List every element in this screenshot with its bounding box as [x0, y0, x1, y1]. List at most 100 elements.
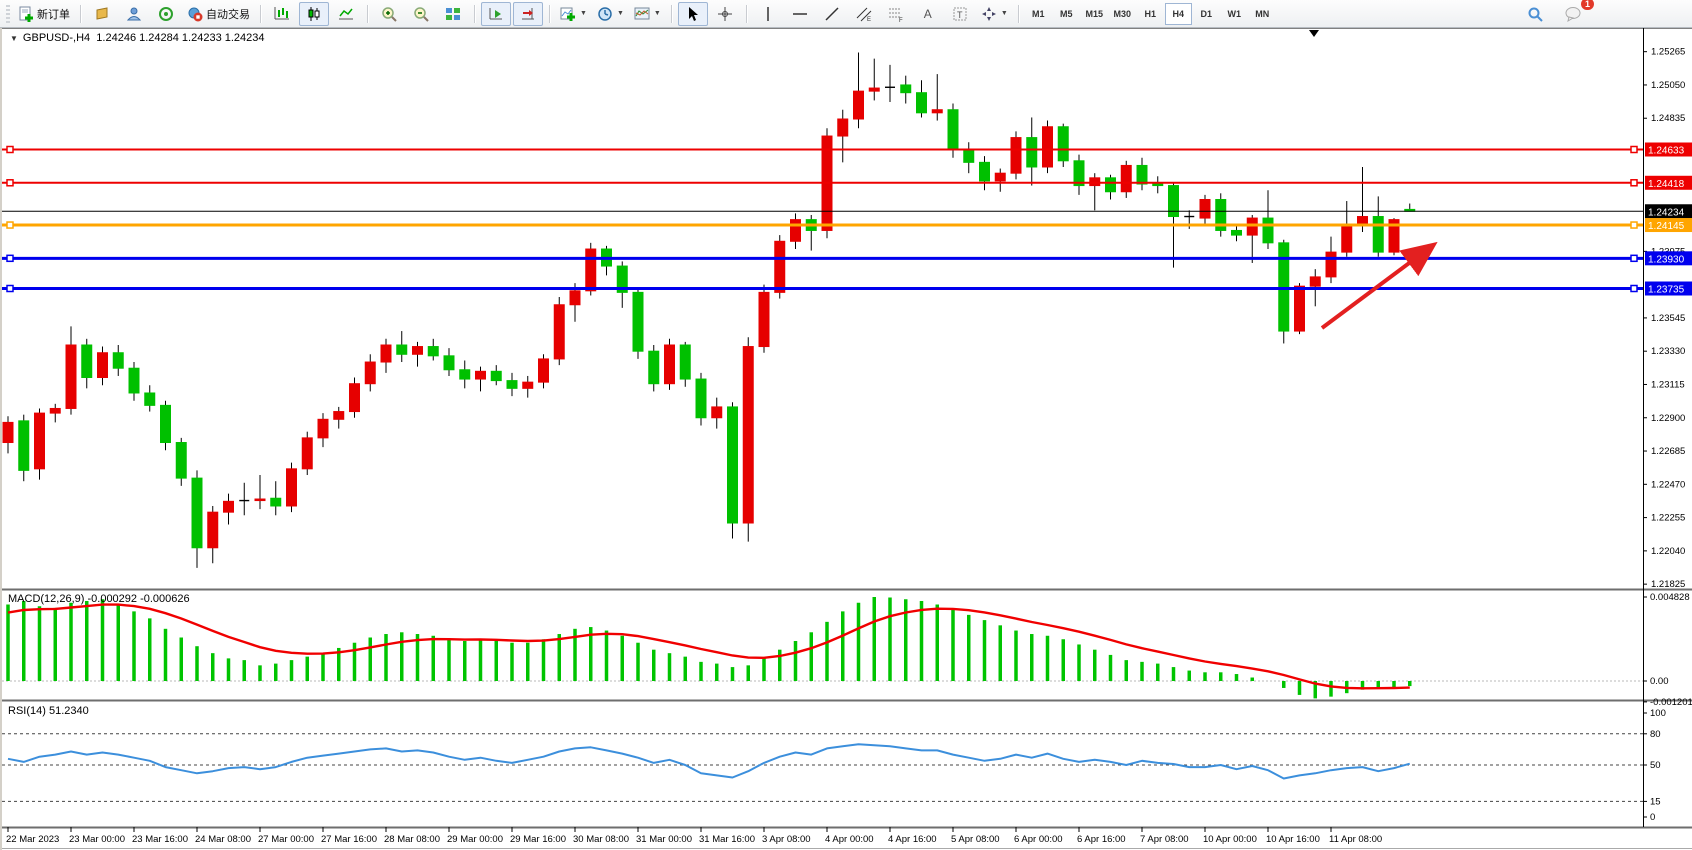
svg-text:E: E: [867, 17, 871, 22]
chevron-down-icon: ▼: [1001, 10, 1008, 17]
profile-button[interactable]: [119, 2, 149, 26]
candle: [1106, 178, 1116, 192]
horizontal-line-tool[interactable]: [785, 2, 815, 26]
rsi-axis-label: 15: [1650, 796, 1661, 807]
candle: [334, 412, 344, 420]
arrows-tool[interactable]: ▼: [977, 2, 1012, 26]
vertical-line-tool[interactable]: [753, 2, 783, 26]
tf-D1[interactable]: D1: [1193, 3, 1220, 25]
zoom-in-button[interactable]: [374, 2, 404, 26]
tile-windows-button[interactable]: [438, 2, 468, 26]
text-label-tool[interactable]: T: [945, 2, 975, 26]
candle: [98, 353, 108, 378]
time-axis-label: 27 Mar 00:00: [258, 834, 314, 845]
price-tick-label: 1.23115: [1651, 379, 1685, 390]
signals-button[interactable]: [151, 2, 181, 26]
tf-W1[interactable]: W1: [1221, 3, 1248, 25]
svg-text:T: T: [957, 10, 963, 20]
new-order-button[interactable]: 新订单: [14, 2, 74, 26]
timeframe-bar: M1M5M15M30H1H4D1W1MN: [1025, 3, 1276, 25]
channel-tool[interactable]: E: [849, 2, 879, 26]
candle: [1011, 138, 1021, 174]
tf-M5[interactable]: M5: [1053, 3, 1080, 25]
candle: [680, 345, 690, 379]
bar-chart-mode-button[interactable]: [267, 2, 297, 26]
toolbar-grip[interactable]: [6, 5, 10, 23]
candle: [3, 422, 13, 442]
autotrade-button[interactable]: 自动交易: [183, 2, 254, 26]
candle: [50, 408, 60, 413]
candle: [554, 305, 564, 359]
candle: [665, 345, 675, 384]
candle: [932, 110, 942, 113]
separator: [671, 5, 672, 23]
hline-handle[interactable]: [7, 147, 13, 153]
candle: [869, 88, 879, 91]
text-icon: A: [924, 7, 932, 21]
candle: [885, 87, 895, 88]
candle: [759, 292, 769, 346]
hline-handle[interactable]: [1631, 286, 1637, 292]
templates-button[interactable]: ▼: [630, 2, 665, 26]
hline-handle[interactable]: [7, 255, 13, 261]
auto-scroll-button[interactable]: [481, 2, 511, 26]
shift-marker-icon[interactable]: [1309, 30, 1319, 37]
hline-handle[interactable]: [1631, 255, 1637, 261]
separator: [1018, 5, 1019, 23]
text-tool[interactable]: A: [913, 2, 943, 26]
rsi-axis-label: 0: [1650, 812, 1655, 823]
trendline-tool[interactable]: [817, 2, 847, 26]
cursor-tool-button[interactable]: [678, 2, 708, 26]
tf-H1[interactable]: H1: [1137, 3, 1164, 25]
autotrade-icon: [187, 6, 203, 22]
indicators-button[interactable]: ▼: [556, 2, 591, 26]
periods-button[interactable]: ▼: [593, 2, 628, 26]
time-axis-label: 4 Apr 16:00: [888, 834, 937, 845]
symbol-dropdown-icon[interactable]: ▼: [10, 34, 18, 43]
fibonacci-icon: F: [888, 6, 904, 22]
candle: [208, 512, 218, 548]
candle: [901, 85, 911, 93]
tf-MN[interactable]: MN: [1249, 3, 1276, 25]
crosshair-tool-button[interactable]: [710, 2, 740, 26]
candlestick-mode-button[interactable]: [299, 2, 329, 26]
separator: [80, 5, 81, 23]
tf-M1[interactable]: M1: [1025, 3, 1052, 25]
crosshair-icon: [717, 6, 733, 22]
fibonacci-tool[interactable]: F: [881, 2, 911, 26]
line-chart-mode-button[interactable]: [331, 2, 361, 26]
candle: [1090, 178, 1100, 186]
chart-window[interactable]: 1.252651.250501.248351.239751.235451.233…: [0, 28, 1692, 850]
candles-layer[interactable]: [3, 52, 1415, 567]
candle: [82, 345, 92, 378]
zoom-in-icon: [381, 6, 397, 22]
tf-H4[interactable]: H4: [1165, 3, 1192, 25]
hline-handle[interactable]: [7, 286, 13, 292]
hline-price-badge-text: 1.23930: [1648, 254, 1685, 265]
hline-handle[interactable]: [1631, 222, 1637, 228]
current-price-badge-text: 1.24234: [1648, 207, 1685, 218]
chevron-down-icon: ▼: [580, 10, 587, 17]
chart-shift-button[interactable]: [513, 2, 543, 26]
market-watch-button[interactable]: [87, 2, 117, 26]
search-button[interactable]: [1520, 2, 1550, 26]
candle: [507, 381, 517, 389]
hline-handle[interactable]: [7, 180, 13, 186]
time-axis-label: 6 Apr 00:00: [1014, 834, 1063, 845]
notifications-button[interactable]: 1: [1558, 2, 1588, 26]
candlestick-icon: [306, 6, 322, 22]
candle: [413, 347, 423, 355]
bar-chart-icon: [274, 6, 290, 22]
tf-M30[interactable]: M30: [1109, 3, 1136, 25]
time-axis-label: 6 Apr 16:00: [1077, 834, 1126, 845]
hline-handle[interactable]: [7, 222, 13, 228]
price-tick-label: 1.22685: [1651, 446, 1685, 457]
tf-M15[interactable]: M15: [1081, 3, 1108, 25]
hline-handle[interactable]: [1631, 147, 1637, 153]
hline-handle[interactable]: [1631, 180, 1637, 186]
candle: [1358, 217, 1368, 225]
chart-canvas[interactable]: 1.252651.250501.248351.239751.235451.233…: [2, 28, 1692, 850]
chevron-down-icon: ▼: [654, 10, 661, 17]
zoom-out-button[interactable]: [406, 2, 436, 26]
horizontal-line-icon: [792, 6, 808, 22]
